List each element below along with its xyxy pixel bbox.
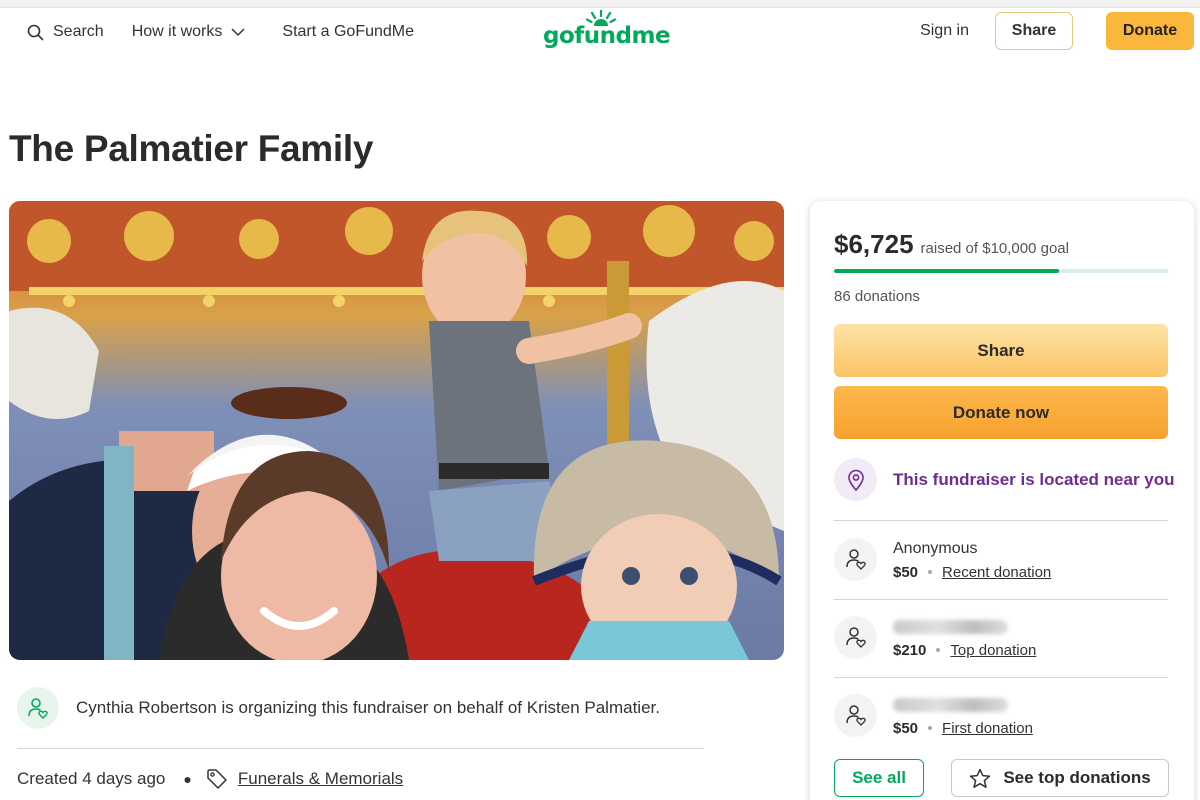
donation-amount: $50 xyxy=(893,563,919,581)
progress-fill xyxy=(834,269,1059,273)
logo-text: gofundme xyxy=(543,23,671,49)
sign-in-link[interactable]: Sign in xyxy=(920,22,969,40)
progress-bar xyxy=(834,269,1168,273)
divider xyxy=(17,748,704,749)
star-icon xyxy=(970,768,991,788)
organizer-avatar xyxy=(17,687,59,729)
organizer-text: Cynthia Robertson is organizing this fun… xyxy=(76,698,660,717)
nav-right: Sign in Share Donate xyxy=(920,12,1194,50)
donation-info: $50 First donation xyxy=(893,694,1033,737)
raised-goal: raised of $10,000 goal xyxy=(920,240,1069,257)
user-heart-icon xyxy=(845,549,866,570)
donate-now-button[interactable]: Donate now xyxy=(834,386,1168,439)
donation-info: $210 Top donation xyxy=(893,616,1036,659)
share-button[interactable]: Share xyxy=(834,324,1168,377)
how-it-works-menu[interactable]: How it works xyxy=(132,23,255,41)
raised-summary: $6,725 raised of $10,000 goal xyxy=(834,229,1069,260)
campaign-meta-row: Created 4 days ago ● Funerals & Memorial… xyxy=(17,768,403,790)
start-gofundme-label: Start a GoFundMe xyxy=(282,23,415,40)
donation-item: Anonymous $50 Recent donation xyxy=(834,529,1168,589)
location-notice[interactable]: This fundraiser is located near you xyxy=(834,458,1175,501)
nav-left: Search How it works Start a GoFundMe xyxy=(27,8,442,56)
page-title: The Palmatier Family xyxy=(9,128,374,169)
location-icon-circle xyxy=(834,458,877,501)
header-donate-button[interactable]: Donate xyxy=(1106,12,1194,50)
start-gofundme-link[interactable]: Start a GoFundMe xyxy=(282,23,414,41)
separator-dot: ● xyxy=(183,771,192,787)
donation-type-link[interactable]: Recent donation xyxy=(942,564,1051,581)
header-share-button[interactable]: Share xyxy=(995,12,1073,50)
user-heart-icon xyxy=(845,705,866,726)
campaign-photo xyxy=(9,201,784,660)
donation-sidebar-card: $6,725 raised of $10,000 goal 86 donatio… xyxy=(810,201,1194,800)
donation-type-link[interactable]: Top donation xyxy=(950,642,1036,659)
family-carousel-photo xyxy=(9,201,784,660)
donation-type-link[interactable]: First donation xyxy=(942,720,1033,737)
donation-detail: $50 Recent donation xyxy=(893,564,1051,581)
donor-avatar xyxy=(834,693,877,737)
gofundme-logo[interactable]: gofundme xyxy=(543,10,671,54)
location-text: This fundraiser is located near you xyxy=(893,469,1175,489)
donation-item: $210 Top donation xyxy=(834,607,1168,667)
site-header: Search How it works Start a GoFundMe gof… xyxy=(0,8,1200,56)
donor-name: Anonymous xyxy=(893,539,978,557)
search-link[interactable]: Search xyxy=(27,23,104,41)
see-top-donations-button[interactable]: See top donations xyxy=(951,759,1169,797)
tag-icon xyxy=(207,769,227,789)
location-pin-icon xyxy=(847,469,864,491)
donation-amount: $210 xyxy=(893,641,927,659)
organizer-row: Cynthia Robertson is organizing this fun… xyxy=(17,687,660,729)
chevron-down-icon xyxy=(231,27,245,36)
divider xyxy=(834,520,1168,521)
divider xyxy=(834,599,1168,600)
see-top-donations-label: See top donations xyxy=(1003,768,1151,787)
separator-dot xyxy=(936,648,941,652)
separator-dot xyxy=(928,570,933,574)
created-date: Created 4 days ago xyxy=(17,769,166,788)
user-heart-icon xyxy=(845,627,866,648)
divider xyxy=(834,677,1168,678)
donation-count: 86 donations xyxy=(834,288,920,305)
donation-info: Anonymous $50 Recent donation xyxy=(893,538,1051,581)
donation-detail: $210 Top donation xyxy=(893,642,1036,659)
donor-name-redacted xyxy=(893,697,1008,712)
raised-amount: $6,725 xyxy=(834,229,914,259)
separator-dot xyxy=(928,726,933,730)
donation-detail: $50 First donation xyxy=(893,720,1033,737)
how-it-works-label: How it works xyxy=(131,23,223,40)
donation-item: $50 First donation xyxy=(834,685,1168,745)
user-heart-icon xyxy=(28,698,48,719)
browser-top-strip xyxy=(0,0,1200,8)
search-icon xyxy=(27,24,44,40)
donor-avatar xyxy=(834,615,877,659)
see-all-button[interactable]: See all xyxy=(834,759,924,797)
donation-amount: $50 xyxy=(893,719,919,737)
donor-name-redacted xyxy=(893,619,1008,634)
donor-avatar xyxy=(834,537,877,581)
search-label: Search xyxy=(53,23,104,40)
category-link[interactable]: Funerals & Memorials xyxy=(238,769,403,789)
